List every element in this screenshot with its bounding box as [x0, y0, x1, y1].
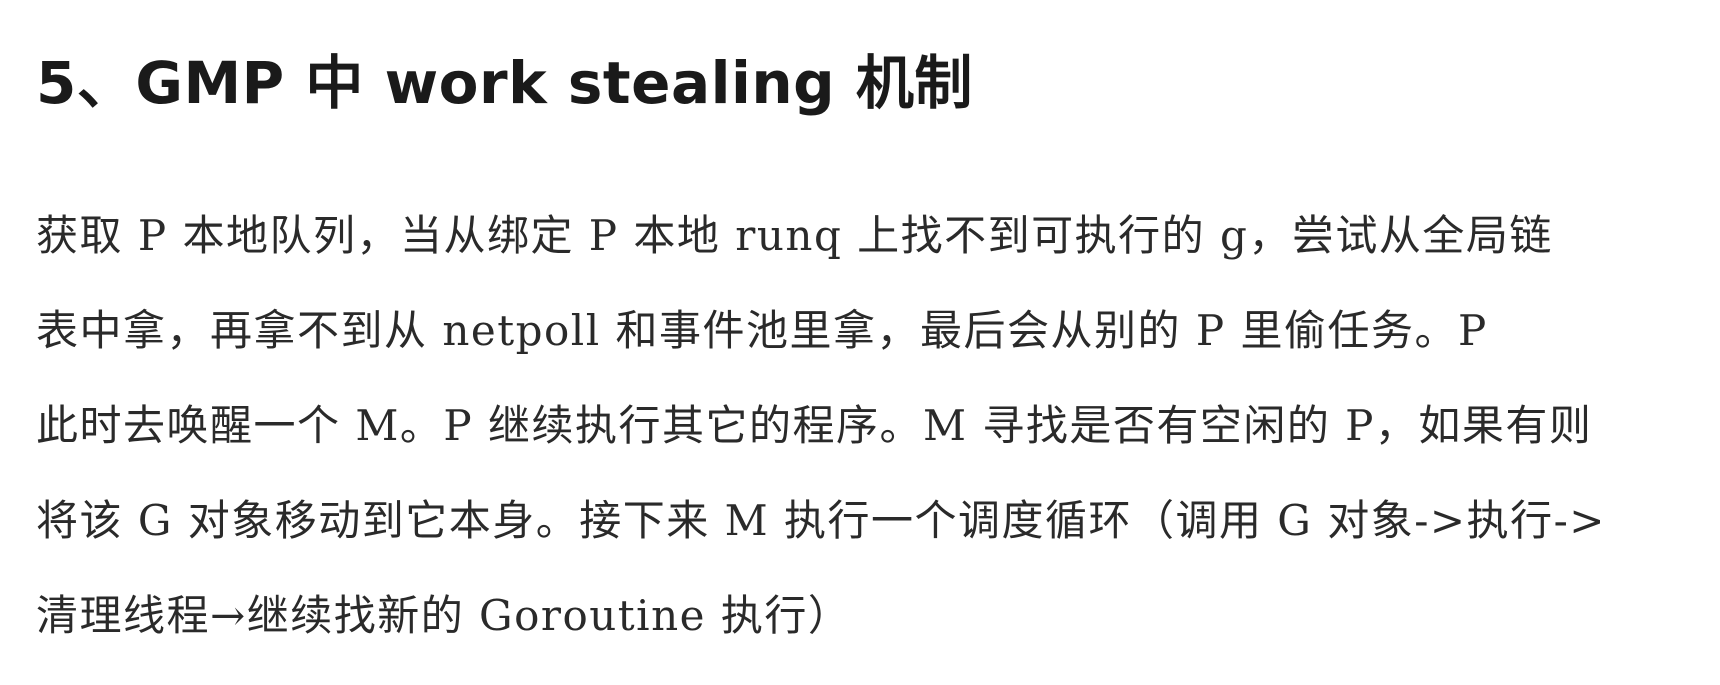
paragraph-line-3: 此时去唤醒一个 M。P 继续执行其它的程序。M 寻找是否有空闲的 P，如果有则: [36, 401, 1593, 450]
body-paragraph: 获取 P 本地队列，当从绑定 P 本地 runq 上找不到可执行的 g，尝试从全…: [36, 188, 1680, 663]
paragraph-line-2: 表中拿，再拿不到从 netpoll 和事件池里拿，最后会从别的 P 里偷任务。P: [36, 306, 1488, 355]
paragraph-line-4: 将该 G 对象移动到它本身。接下来 M 执行一个调度循环（调用 G 对象->执行…: [36, 496, 1606, 545]
paragraph-line-5: 清理线程→继续找新的 Goroutine 执行）: [36, 591, 852, 640]
section-heading: 5、GMP 中 work stealing 机制: [36, 49, 973, 117]
document-page: 5、GMP 中 work stealing 机制 获取 P 本地队列，当从绑定 …: [0, 0, 1720, 685]
paragraph-line-1: 获取 P 本地队列，当从绑定 P 本地 runq 上找不到可执行的 g，尝试从全…: [36, 211, 1553, 260]
